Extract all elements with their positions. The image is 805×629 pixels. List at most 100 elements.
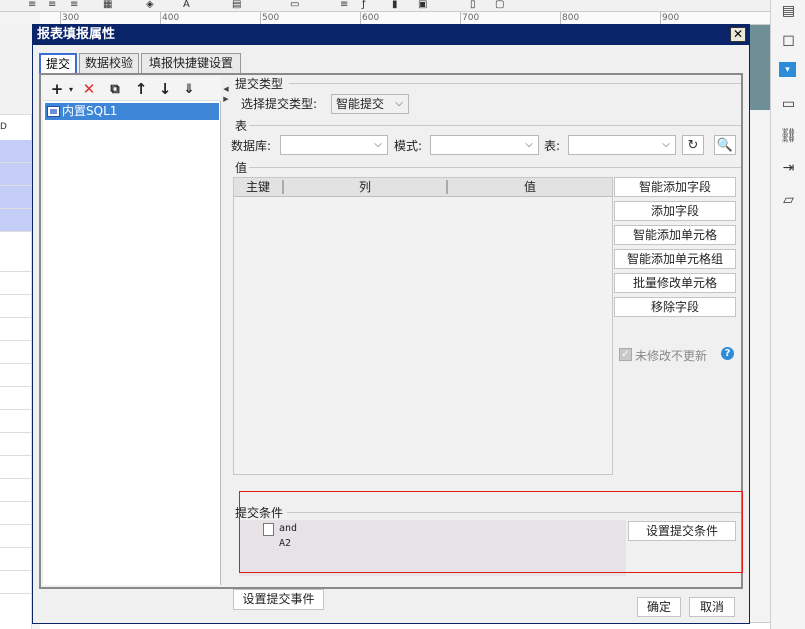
remove-field-button[interactable]: 移除字段 — [614, 297, 736, 317]
expand-right-icon[interactable]: ▶ — [223, 95, 229, 103]
tree-item-sql[interactable]: 内置SQL1 — [45, 103, 219, 120]
insert-cell-icon[interactable]: ▭ — [290, 0, 299, 10]
image-icon[interactable]: ▣ — [418, 0, 427, 10]
help-icon[interactable]: ? — [721, 347, 734, 360]
chevron-down-icon: ⌵ — [374, 139, 382, 150]
section-submit-type: 提交类型 — [235, 77, 284, 91]
ok-button[interactable]: 确定 — [637, 597, 681, 617]
submit-type-label: 选择提交类型: — [241, 97, 318, 111]
cell-element-icon[interactable]: ☐ — [779, 32, 798, 51]
field-table[interactable]: 主键 列 值 — [233, 177, 613, 475]
tab-shortcut-settings[interactable]: 填报快捷键设置 — [141, 53, 241, 73]
tab-data-validation[interactable]: 数据校验 — [79, 53, 139, 73]
column-header-key[interactable]: 主键 — [234, 178, 282, 197]
sheet-cell[interactable] — [0, 571, 32, 594]
subreport-icon[interactable]: ▯ — [470, 0, 476, 10]
app-toolbar: ≡ ≡ ≡ ▦ ◈ A ▤ ▭ ≡ ƒ ▮ ▣ ▯ ▢ — [0, 0, 770, 12]
move-down-icon[interactable]: ↓ — [155, 79, 175, 99]
chevron-down-icon: ⌵ — [395, 98, 403, 109]
tab-submit[interactable]: 提交 — [39, 53, 77, 74]
sort-icon[interactable]: ⇓ — [179, 79, 199, 99]
sheet-cell[interactable] — [0, 249, 32, 272]
sheet-cell[interactable] — [0, 140, 32, 163]
widget-icon[interactable]: ▾ — [779, 62, 796, 77]
chart-icon[interactable]: ▮ — [392, 0, 398, 10]
delete-icon[interactable]: ✕ — [79, 79, 99, 99]
report-icon[interactable]: ▱ — [779, 190, 798, 209]
font-color-icon[interactable]: A — [183, 0, 190, 10]
align-center-icon[interactable]: ≡ — [48, 0, 56, 10]
right-side-panel: ▤ ☐ ▾ ▭ ⛓ ⇥ ▱ — [770, 0, 805, 629]
merge-cell-icon[interactable]: ▤ — [232, 0, 241, 10]
section-divider — [249, 167, 741, 168]
submit-type-select[interactable]: 智能提交 ⌵ — [331, 94, 409, 114]
sheet-cell[interactable] — [0, 272, 32, 295]
condition-icon[interactable]: ▭ — [779, 94, 798, 113]
schema-select[interactable]: ⌵ — [430, 135, 539, 155]
align-left-icon[interactable]: ≡ — [28, 0, 36, 10]
sheet-cell[interactable] — [0, 364, 32, 387]
no-update-unmodified-label: 未修改不更新 — [635, 349, 708, 363]
sheet-cell[interactable] — [0, 295, 32, 318]
add-field-button[interactable]: 添加字段 — [614, 201, 736, 221]
smart-add-field-button[interactable]: 智能添加字段 — [614, 177, 736, 197]
sheet-cell[interactable] — [0, 525, 32, 548]
list-toolbar: + ▾ ✕ ⧉ ↑ ↓ ⇓ — [43, 77, 221, 101]
sheet-cell[interactable] — [0, 479, 32, 502]
sheet-column-strip — [0, 25, 32, 629]
section-divider — [287, 512, 741, 513]
smart-add-cell-group-button[interactable]: 智能添加单元格组 — [614, 249, 736, 269]
border-icon[interactable]: ▦ — [103, 0, 112, 10]
pane-splitter[interactable]: ◀ ▶ — [223, 77, 229, 585]
cell-element-icon[interactable]: ▢ — [495, 0, 504, 10]
database-select[interactable]: ⌵ — [280, 135, 388, 155]
fill-color-icon[interactable]: ◈ — [146, 0, 154, 10]
dialog-title-bar[interactable]: 报表填报属性 ✕ — [33, 25, 749, 45]
sheet-cell[interactable] — [0, 209, 32, 232]
set-submit-event-button[interactable]: 设置提交事件 — [233, 589, 324, 610]
chevron-down-icon: ⌵ — [662, 139, 670, 150]
column-header-value[interactable]: 值 — [448, 178, 612, 197]
sheet-cell[interactable] — [0, 433, 32, 456]
tree-item-label: 内置SQL1 — [62, 104, 118, 118]
sheet-cell[interactable] — [0, 548, 32, 571]
chevron-down-icon[interactable]: ▾ — [61, 79, 81, 99]
no-update-unmodified-checkbox[interactable]: ✓ — [619, 348, 632, 361]
copy-icon[interactable]: ⧉ — [105, 79, 125, 99]
sheet-cell — [0, 25, 32, 115]
text-icon[interactable]: ≡ — [340, 0, 348, 10]
submit-icon[interactable]: ⇥ — [779, 158, 798, 177]
cancel-button[interactable]: 取消 — [689, 597, 735, 617]
section-table: 表 — [235, 119, 248, 133]
sheet-cell[interactable] — [0, 502, 32, 525]
sheet-cell[interactable] — [0, 387, 32, 410]
section-divider — [289, 83, 741, 84]
close-icon[interactable]: ✕ — [730, 27, 746, 42]
condition-list[interactable]: and A2 — [239, 520, 626, 576]
search-table-icon[interactable]: 🔍 — [714, 135, 736, 155]
batch-modify-cell-button[interactable]: 批量修改单元格 — [614, 273, 736, 293]
sheet-cell[interactable] — [0, 318, 32, 341]
section-values: 值 — [235, 161, 248, 175]
set-condition-button[interactable]: 设置提交条件 — [628, 521, 736, 541]
smart-add-cell-button[interactable]: 智能添加单元格 — [614, 225, 736, 245]
formula-icon[interactable]: ƒ — [362, 0, 366, 10]
sheet-cell[interactable] — [0, 410, 32, 433]
tab-content: + ▾ ✕ ⧉ ↑ ↓ ⇓ 内置SQL1 ◀ ▶ 提交类型 选择提交类型: 智能… — [39, 73, 743, 610]
document-icon — [263, 523, 274, 536]
refresh-icon[interactable]: ↻ — [682, 135, 704, 155]
report-fill-dialog: 报表填报属性 ✕ 提交 数据校验 填报快捷键设置 + ▾ ✕ ⧉ ↑ ↓ ⇓ 内… — [32, 24, 750, 624]
sheet-cell[interactable] — [0, 163, 32, 186]
hyperlink-icon[interactable]: ⛓ — [779, 126, 798, 145]
column-header-letter: D — [0, 122, 7, 132]
move-up-icon[interactable]: ↑ — [131, 79, 151, 99]
column-header-column[interactable]: 列 — [284, 178, 446, 197]
sheet-cell[interactable] — [0, 186, 32, 209]
collapse-left-icon[interactable]: ◀ — [223, 85, 229, 93]
sheet-cell[interactable] — [0, 341, 32, 364]
sheet-cell[interactable] — [0, 456, 32, 479]
cell-attribute-icon[interactable]: ▤ — [779, 1, 798, 20]
table-select[interactable]: ⌵ — [568, 135, 676, 155]
condition-text: and A2 — [279, 523, 298, 549]
align-right-icon[interactable]: ≡ — [70, 0, 78, 10]
